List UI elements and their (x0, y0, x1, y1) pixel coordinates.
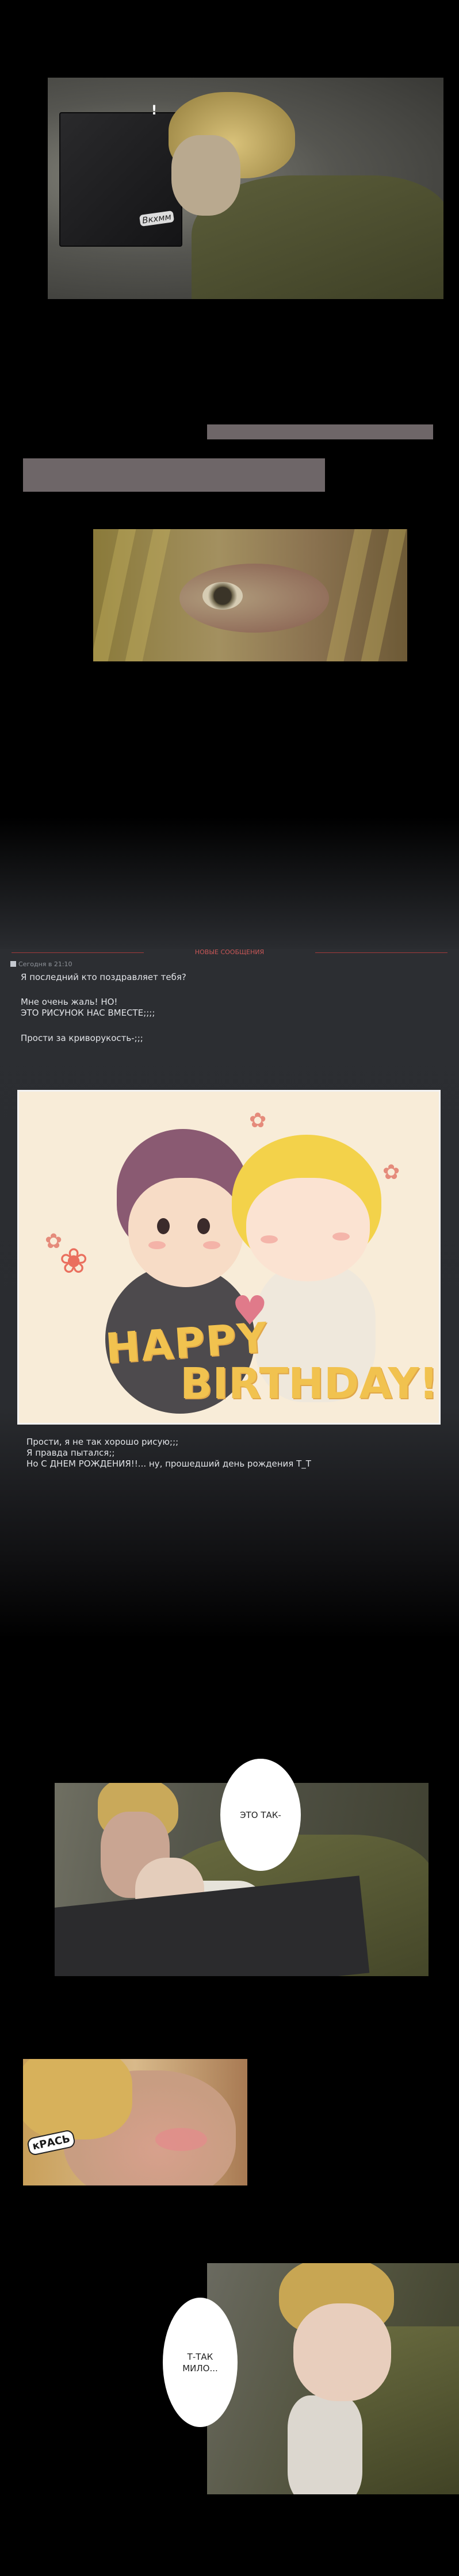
birthday-text: BIRTHDAY! (180, 1359, 438, 1408)
character-face (128, 1178, 243, 1287)
gray-bar-2 (23, 458, 325, 492)
message-text: Мне очень жаль! НО! ЭТО РИСУНОК НАС ВМЕС… (21, 997, 155, 1018)
eye (197, 1218, 210, 1234)
panel-monitor-scene: ! Вкхмм (48, 78, 443, 299)
message-text: Я последний кто поздравляет тебя? (21, 972, 186, 982)
gray-bar-1 (207, 424, 433, 439)
speech-bubble: Т-ТАК МИЛО... (163, 2298, 238, 2427)
blush (148, 1241, 166, 1249)
character-shirt (288, 2395, 362, 2494)
speech-text: ЭТО ТАК- (240, 1809, 281, 1820)
speech-text: Т-ТАК МИЛО... (182, 2351, 218, 2374)
divider-line (12, 952, 144, 953)
flower-icon: ✿ (382, 1161, 400, 1184)
flower-icon: ❀ (59, 1241, 89, 1281)
fade-transition (0, 817, 459, 949)
eye (157, 1218, 170, 1234)
character-face (246, 1178, 370, 1281)
timestamp: Сегодня в 21:10 (18, 960, 72, 968)
message-text: Прости за криворукость-;;; (21, 1033, 143, 1043)
new-messages-divider: НОВЫЕ СООБЩЕНИЯ (12, 948, 447, 956)
blush (332, 1233, 350, 1241)
blush (203, 1241, 220, 1249)
character-hands (293, 2303, 391, 2401)
eye (202, 582, 243, 610)
panel-hands-over-face (207, 2263, 459, 2494)
exclamation-mark: ! (151, 104, 158, 118)
character-hair (23, 2059, 132, 2139)
divider-title: НОВЫЕ СООБЩЕНИЯ (194, 948, 265, 956)
speech-bubble-overlay: ЭТО ТАК- (220, 1759, 301, 1871)
birthday-drawing: ✿ ✿ ✿ ♥ ❀ HAPPY BIRTHDAY! (17, 1090, 441, 1425)
message-text: Прости, я не так хорошо рисую;;; Я правд… (26, 1437, 311, 1469)
hair-strand (361, 529, 407, 661)
message-meta: Сегодня в 21:10 (10, 960, 72, 968)
panel-blush-closeup: кРАСЬ (23, 2059, 247, 2185)
divider-line (315, 952, 447, 953)
panel-eye-closeup (93, 529, 407, 661)
message-icon (10, 961, 16, 967)
character-face (171, 135, 240, 216)
blush (261, 1235, 278, 1243)
flower-icon: ✿ (249, 1109, 267, 1132)
eye-area (179, 564, 329, 633)
computer-monitor (59, 112, 182, 247)
blush (155, 2128, 207, 2151)
fade-transition (0, 1559, 459, 1639)
hair-strand (125, 529, 171, 661)
